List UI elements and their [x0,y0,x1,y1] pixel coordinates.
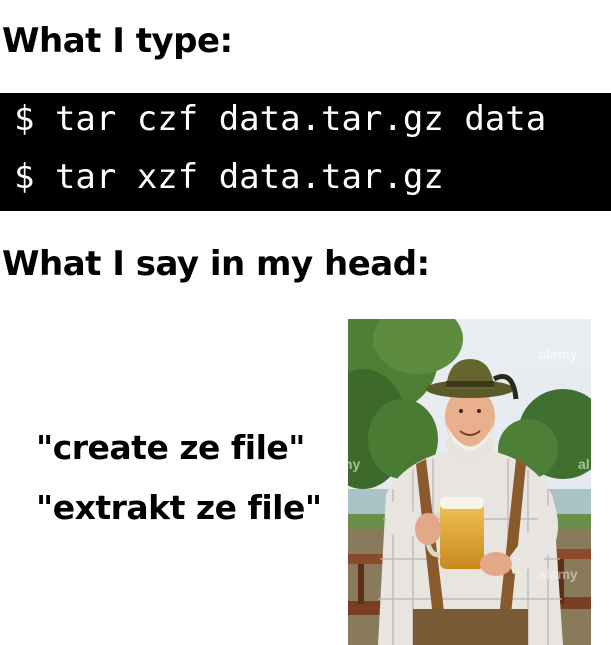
quote-create: "create ze file" [36,428,305,467]
svg-text:alamy: alamy [538,566,578,582]
terminal-block: $ tar czf data.tar.gz data $ tar xzf dat… [0,93,611,211]
heading-what-i-type: What I type: [2,21,233,61]
stock-photo-man-with-beer: alamy my al alamy [348,319,591,645]
terminal-line: $ tar czf data.tar.gz data [14,99,547,139]
svg-text:my: my [348,456,360,472]
svg-text:al: al [578,456,590,472]
terminal-line: $ tar xzf data.tar.gz [14,157,444,197]
svg-text:alamy: alamy [538,346,578,362]
heading-what-i-say: What I say in my head: [2,244,430,284]
quote-extract: "extrakt ze file" [36,488,322,527]
